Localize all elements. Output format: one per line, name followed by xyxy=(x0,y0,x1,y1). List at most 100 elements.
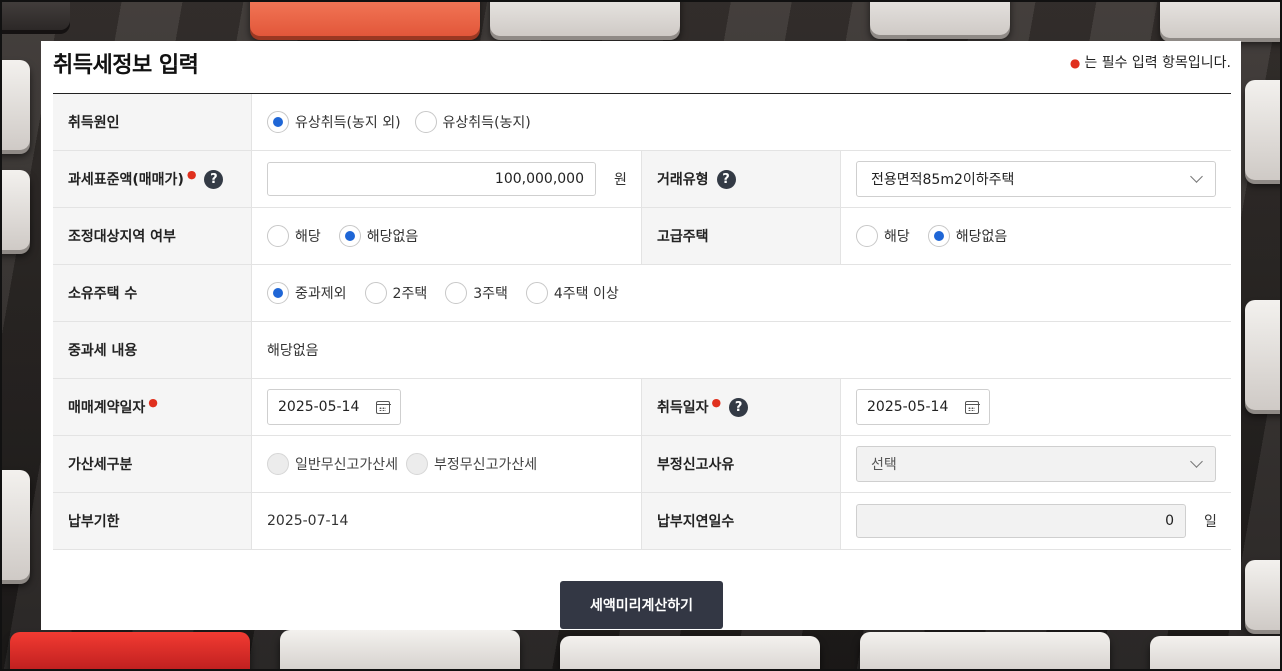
tax-base-input[interactable]: 100,000,000 xyxy=(267,162,596,196)
heavy-tax-cell: 해당없음 xyxy=(252,322,1231,378)
tax-base-cell: 100,000,000 원 xyxy=(252,151,642,207)
radio-unselected-icon[interactable] xyxy=(445,282,468,304)
radio-luxury-yes[interactable]: 해당 xyxy=(856,225,910,247)
regulated-area-label: 조정대상지역 여부 xyxy=(53,208,252,264)
chevron-down-icon xyxy=(1190,455,1203,468)
required-mark-icon: ● xyxy=(186,167,197,181)
payment-deadline-label: 납부기한 xyxy=(53,493,252,549)
transaction-type-value: 전용면적85m2이하주택 xyxy=(871,172,1015,188)
radio-selected-icon[interactable] xyxy=(338,225,361,247)
late-days-cell: 0 일 xyxy=(841,493,1231,549)
page-title: 취득세정보 입력 xyxy=(53,53,199,78)
tax-base-label-text: 과세표준액(매매가) xyxy=(68,172,184,188)
help-icon[interactable]: ? xyxy=(204,169,224,189)
radio-selected-icon[interactable] xyxy=(267,111,289,133)
radio-houses-3[interactable]: 3주택 xyxy=(445,282,508,304)
radio-label: 중과제외 xyxy=(295,286,347,302)
acquisition-date-value: 2025-05-14 xyxy=(867,399,949,415)
form-grid: 취득원인 유상취득(농지 외) 유상취득(농지) 과세표준액(매매가) ●? 10… xyxy=(53,94,1231,550)
transaction-type-label-text: 거래유형 xyxy=(657,172,709,188)
radio-luxury-no[interactable]: 해당없음 xyxy=(927,225,1008,247)
radio-unselected-icon[interactable] xyxy=(856,225,878,247)
radio-houses-4plus[interactable]: 4주택 이상 xyxy=(525,282,619,304)
tax-base-unit: 원 xyxy=(614,172,627,188)
transaction-type-select[interactable]: 전용면적85m2이하주택 xyxy=(856,161,1216,197)
radio-label: 해당 xyxy=(295,229,321,245)
radio-selected-icon[interactable] xyxy=(267,282,289,304)
transaction-type-cell: 전용면적85m2이하주택 xyxy=(841,151,1231,207)
payment-deadline-value: 2025-07-14 xyxy=(267,513,349,529)
heavy-tax-value: 해당없음 xyxy=(267,343,319,359)
calendar-icon[interactable] xyxy=(375,400,391,414)
late-days-unit: 일 xyxy=(1204,514,1217,530)
radio-unselected-icon[interactable] xyxy=(525,282,548,304)
radio-label: 유상취득(농지 외) xyxy=(295,115,401,131)
radio-label: 2주택 xyxy=(392,286,428,302)
chevron-down-icon xyxy=(1190,170,1203,183)
required-note: ● 는 필수 입력 항목입니다. xyxy=(1070,52,1231,72)
acquisition-tax-form-panel: 취득세정보 입력 ● 는 필수 입력 항목입니다. 취득원인 유상취득(농지 외)… xyxy=(41,41,1241,630)
acquisition-date-cell: 2025-05-14 xyxy=(841,379,1231,435)
radio-unselected-icon[interactable] xyxy=(414,111,437,133)
additional-tax-options: 일반무신고가산세 부정무신고가산세 xyxy=(252,436,642,492)
required-dot-icon: ● xyxy=(1069,56,1081,70)
radio-label: 유상취득(농지) xyxy=(442,115,531,131)
heavy-tax-label: 중과세 내용 xyxy=(53,322,252,378)
contract-date-label-text: 매매계약일자 xyxy=(68,400,146,416)
radio-label: 해당없음 xyxy=(366,229,419,245)
radio-regulated-no[interactable]: 해당없음 xyxy=(338,225,419,247)
radio-label: 3주택 xyxy=(473,286,508,302)
radio-regulated-yes[interactable]: 해당 xyxy=(267,225,321,247)
payment-deadline-cell: 2025-07-14 xyxy=(252,493,642,549)
fraud-reason-select[interactable]: 선택 xyxy=(856,446,1216,482)
acquisition-date-label: 취득일자 ●? xyxy=(642,379,841,435)
radio-disabled-icon[interactable] xyxy=(406,453,429,475)
late-days-input[interactable]: 0 xyxy=(856,504,1186,538)
form-row: 가산세구분 일반무신고가산세 부정무신고가산세 부정신고사유 선택 xyxy=(53,436,1231,493)
radio-disabled-icon[interactable] xyxy=(267,453,289,475)
form-row: 조정대상지역 여부 해당 해당없음 고급주택 해당 해당없음 xyxy=(53,208,1231,265)
acquisition-date-input[interactable]: 2025-05-14 xyxy=(856,389,990,425)
contract-date-value: 2025-05-14 xyxy=(278,399,360,415)
radio-selected-icon[interactable] xyxy=(927,225,950,247)
radio-unselected-icon[interactable] xyxy=(267,225,289,247)
radio-fraud-nonfiling[interactable]: 부정무신고가산세 xyxy=(406,453,537,475)
contract-date-cell: 2025-05-14 xyxy=(252,379,642,435)
radio-unselected-icon[interactable] xyxy=(364,282,387,304)
radio-houses-2[interactable]: 2주택 xyxy=(364,282,428,304)
houses-owned-label: 소유주택 수 xyxy=(53,265,252,321)
form-row: 매매계약일자 ● 2025-05-14 취득일자 ●? 2025-05-14 xyxy=(53,379,1231,436)
fraud-reason-cell: 선택 xyxy=(841,436,1231,492)
radio-label: 4주택 이상 xyxy=(553,286,619,302)
luxury-house-label: 고급주택 xyxy=(642,208,841,264)
transaction-type-label: 거래유형? xyxy=(642,151,841,207)
acquisition-cause-options: 유상취득(농지 외) 유상취득(농지) xyxy=(252,94,1231,150)
late-days-label: 납부지연일수 xyxy=(642,493,841,549)
form-row: 중과세 내용 해당없음 xyxy=(53,322,1231,379)
acquisition-cause-label: 취득원인 xyxy=(53,94,252,150)
acquisition-date-label-text: 취득일자 xyxy=(657,400,709,416)
radio-label: 일반무신고가산세 xyxy=(295,457,399,473)
radio-paid-farm[interactable]: 유상취득(농지) xyxy=(414,111,531,133)
tax-base-label: 과세표준액(매매가) ●? xyxy=(53,151,252,207)
houses-owned-options: 중과제외 2주택 3주택 4주택 이상 xyxy=(252,265,1231,321)
fraud-reason-label: 부정신고사유 xyxy=(642,436,841,492)
luxury-house-options: 해당 해당없음 xyxy=(841,208,1231,264)
form-row: 취득원인 유상취득(농지 외) 유상취득(농지) xyxy=(53,94,1231,151)
contract-date-input[interactable]: 2025-05-14 xyxy=(267,389,401,425)
help-icon[interactable]: ? xyxy=(716,169,736,189)
radio-general-nonfiling[interactable]: 일반무신고가산세 xyxy=(267,453,398,475)
help-icon[interactable]: ? xyxy=(729,397,749,417)
required-note-text: 는 필수 입력 항목입니다. xyxy=(1084,55,1231,71)
calculate-tax-button[interactable]: 세액미리계산하기 xyxy=(560,581,723,629)
contract-date-label: 매매계약일자 ● xyxy=(53,379,252,435)
radio-label: 해당없음 xyxy=(955,229,1008,245)
required-mark-icon: ● xyxy=(148,395,158,409)
radio-paid-nonfarm[interactable]: 유상취득(농지 외) xyxy=(267,111,401,133)
required-mark-icon: ● xyxy=(711,395,722,409)
radio-label: 해당 xyxy=(884,229,910,245)
radio-houses-excluded[interactable]: 중과제외 xyxy=(267,282,347,304)
additional-tax-label: 가산세구분 xyxy=(53,436,252,492)
fraud-reason-value: 선택 xyxy=(871,457,897,473)
calendar-icon[interactable] xyxy=(964,400,980,414)
